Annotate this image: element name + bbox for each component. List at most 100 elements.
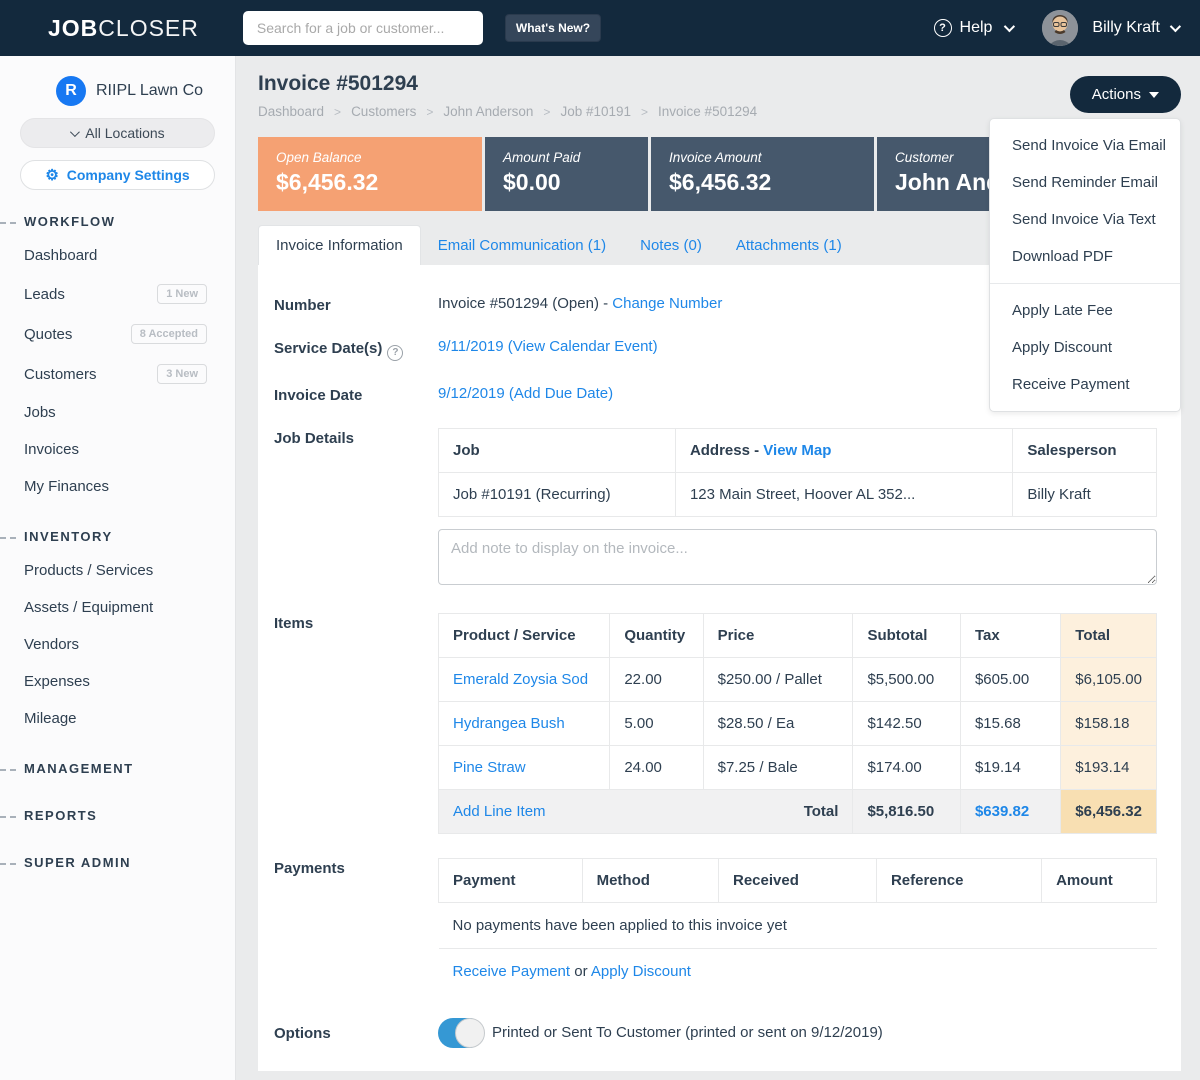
- sidebar-section-inventory: INVENTORY: [0, 521, 235, 552]
- add-line-item-link[interactable]: Add Line Item: [453, 803, 546, 820]
- job-details-section: Job Details Job Address - View Map Sales…: [274, 428, 1157, 589]
- menu-item-send-invoice-email[interactable]: Send Invoice Via Email: [990, 127, 1180, 164]
- all-locations-select[interactable]: All Locations: [20, 118, 215, 148]
- tab-invoice-information[interactable]: Invoice Information: [258, 225, 421, 265]
- question-circle-icon[interactable]: ?: [387, 345, 403, 361]
- item-tax: $15.68: [960, 701, 1060, 745]
- salesperson-column-header: Salesperson: [1013, 428, 1157, 472]
- sidebar-section-reports[interactable]: REPORTS: [0, 800, 235, 831]
- tab-email-communication[interactable]: Email Communication (1): [421, 226, 623, 265]
- quantity-header: Quantity: [610, 613, 703, 657]
- sidebar-item-jobs[interactable]: Jobs: [0, 394, 235, 431]
- company-logo-icon: R: [56, 76, 86, 106]
- breadcrumb-separator: >: [641, 105, 648, 119]
- company-settings-button[interactable]: ⚙ Company Settings: [20, 160, 215, 190]
- item-product-link[interactable]: Hydrangea Bush: [453, 715, 565, 732]
- menu-item-apply-late-fee[interactable]: Apply Late Fee: [990, 292, 1180, 329]
- sidebar-section-super-admin[interactable]: SUPER ADMIN: [0, 847, 235, 878]
- change-number-link[interactable]: Change Number: [612, 295, 722, 312]
- sidebar-item-mileage[interactable]: Mileage: [0, 700, 235, 737]
- menu-item-send-reminder-email[interactable]: Send Reminder Email: [990, 164, 1180, 201]
- help-label: Help: [960, 19, 993, 37]
- breadcrumb-separator: >: [543, 105, 550, 119]
- stat-invoice-amount: Invoice Amount $6,456.32: [651, 137, 874, 211]
- sidebar-item-invoices[interactable]: Invoices: [0, 431, 235, 468]
- company-name: RIIPL Lawn Co: [96, 82, 203, 100]
- sidebar-item-leads[interactable]: Leads1 New: [0, 274, 235, 314]
- sidebar-section-management[interactable]: MANAGEMENT: [0, 753, 235, 784]
- item-total: $193.14: [1061, 745, 1157, 789]
- breadcrumb-dashboard[interactable]: Dashboard: [258, 104, 324, 119]
- gear-icon: ⚙: [45, 168, 58, 183]
- all-locations-label: All Locations: [85, 125, 164, 141]
- received-header: Received: [719, 858, 877, 902]
- user-menu[interactable]: Billy Kraft: [1092, 19, 1178, 37]
- tab-attachments[interactable]: Attachments (1): [719, 226, 859, 265]
- no-payments-message: No payments have been applied to this in…: [439, 902, 1157, 948]
- breadcrumb-separator: >: [334, 105, 341, 119]
- no-payments-row: No payments have been applied to this in…: [439, 902, 1157, 948]
- view-map-link[interactable]: View Map: [763, 442, 831, 459]
- reference-header: Reference: [876, 858, 1041, 902]
- item-quantity: 22.00: [610, 657, 703, 701]
- leads-badge: 1 New: [157, 284, 207, 304]
- footer-tax[interactable]: $639.82: [960, 789, 1060, 833]
- chevron-down-icon: [1170, 21, 1181, 32]
- printed-sent-text: Printed or Sent To Customer (printed or …: [492, 1024, 883, 1041]
- sidebar-item-customers[interactable]: Customers3 New: [0, 354, 235, 394]
- breadcrumb-customers[interactable]: Customers: [351, 104, 416, 119]
- or-text: or: [574, 963, 587, 980]
- sidebar-item-assets-equipment[interactable]: Assets / Equipment: [0, 589, 235, 626]
- whats-new-button[interactable]: What's New?: [505, 14, 601, 42]
- menu-item-download-pdf[interactable]: Download PDF: [990, 238, 1180, 275]
- items-footer-row: Add Line Item Total $5,816.50 $639.82 $6…: [439, 789, 1157, 833]
- breadcrumb-job[interactable]: Job #10191: [560, 104, 631, 119]
- menu-item-receive-payment[interactable]: Receive Payment: [990, 366, 1180, 403]
- printed-sent-toggle[interactable]: [438, 1018, 484, 1048]
- receive-payment-link[interactable]: Receive Payment: [453, 963, 571, 980]
- invoice-date-link[interactable]: 9/12/2019 (Add Due Date): [438, 385, 613, 402]
- sidebar-item-vendors[interactable]: Vendors: [0, 626, 235, 663]
- item-product-link[interactable]: Pine Straw: [453, 759, 526, 776]
- apply-discount-link[interactable]: Apply Discount: [591, 963, 691, 980]
- items-label: Items: [274, 613, 438, 834]
- avatar[interactable]: [1042, 10, 1078, 46]
- total-header: Total: [1061, 613, 1157, 657]
- address-cell: 123 Main Street, Hoover AL 352...: [675, 472, 1012, 516]
- sidebar-item-quotes[interactable]: Quotes8 Accepted: [0, 314, 235, 354]
- options-section: Options Printed or Sent To Customer (pri…: [274, 1018, 1157, 1048]
- help-menu[interactable]: ? Help: [934, 19, 1013, 37]
- breadcrumb-invoice[interactable]: Invoice #501294: [658, 104, 757, 119]
- items-section: Items Product / Service Quantity Price S…: [274, 613, 1157, 834]
- method-header: Method: [582, 858, 718, 902]
- search-input[interactable]: [243, 11, 483, 45]
- sidebar-item-my-finances[interactable]: My Finances: [0, 468, 235, 505]
- breadcrumb-customer-name[interactable]: John Anderson: [443, 104, 533, 119]
- product-service-header: Product / Service: [439, 613, 610, 657]
- quotes-badge: 8 Accepted: [131, 324, 207, 344]
- stat-open-balance: Open Balance $6,456.32: [258, 137, 482, 211]
- company-header: R RIIPL Lawn Co: [56, 76, 235, 106]
- help-icon: ?: [934, 19, 952, 37]
- payments-header-row: Payment Method Received Reference Amount: [439, 858, 1157, 902]
- invoice-note-input[interactable]: [438, 529, 1157, 585]
- app-logo: JOBCLOSER: [48, 15, 199, 42]
- menu-item-send-invoice-text[interactable]: Send Invoice Via Text: [990, 201, 1180, 238]
- item-product-link[interactable]: Emerald Zoysia Sod: [453, 671, 588, 688]
- sidebar-item-expenses[interactable]: Expenses: [0, 663, 235, 700]
- actions-button[interactable]: Actions: [1070, 76, 1181, 113]
- item-subtotal: $5,500.00: [853, 657, 961, 701]
- item-total: $6,105.00: [1061, 657, 1157, 701]
- address-column-header: Address -: [690, 442, 759, 459]
- sidebar-item-products-services[interactable]: Products / Services: [0, 552, 235, 589]
- menu-item-apply-discount[interactable]: Apply Discount: [990, 329, 1180, 366]
- sidebar-item-dashboard[interactable]: Dashboard: [0, 237, 235, 274]
- customers-badge: 3 New: [157, 364, 207, 384]
- payments-section: Payments Payment Method Received Referen…: [274, 858, 1157, 994]
- tab-notes[interactable]: Notes (0): [623, 226, 719, 265]
- item-row: Emerald Zoysia Sod 22.00 $250.00 / Palle…: [439, 657, 1157, 701]
- service-date-link[interactable]: 9/11/2019 (View Calendar Event): [438, 338, 658, 355]
- item-subtotal: $174.00: [853, 745, 961, 789]
- stat-amount-paid: Amount Paid $0.00: [485, 137, 648, 211]
- invoice-date-label: Invoice Date: [274, 385, 438, 404]
